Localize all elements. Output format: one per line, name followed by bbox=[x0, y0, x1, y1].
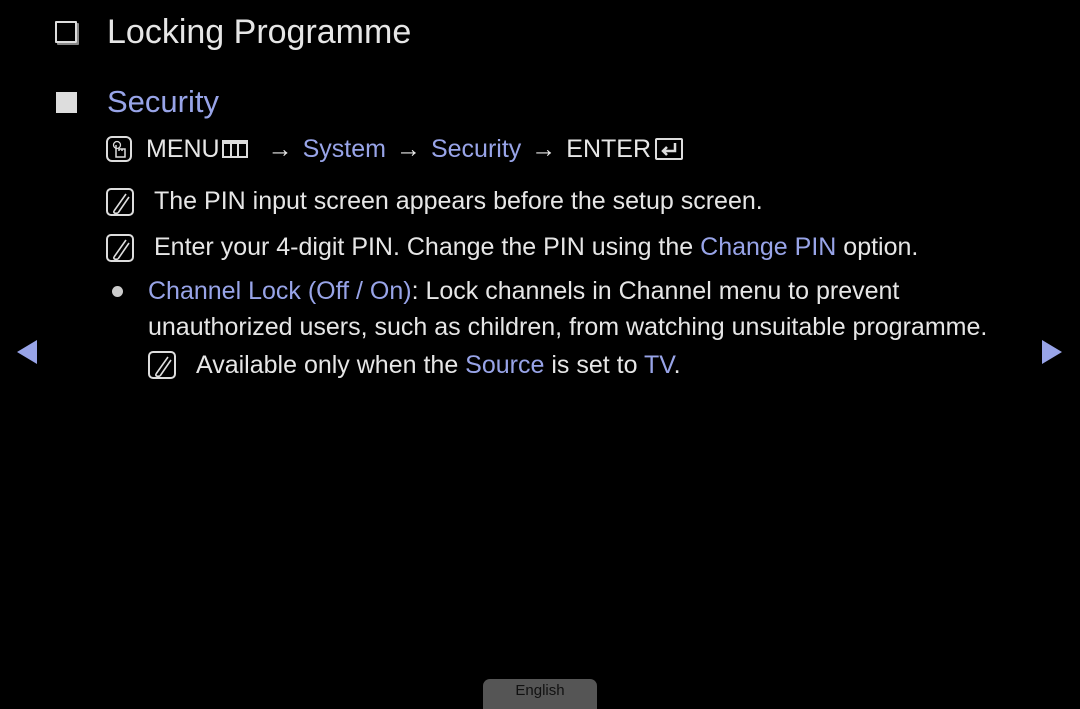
path-step-menu: MENU bbox=[146, 134, 220, 163]
path-arrow: → bbox=[395, 134, 421, 163]
filled-square-icon bbox=[56, 91, 77, 113]
note-enter-pin: Enter your 4-digit PIN. Change the PIN u… bbox=[106, 233, 918, 262]
path-arrow: → bbox=[531, 134, 557, 163]
enter-icon bbox=[655, 138, 684, 160]
note-icon bbox=[106, 187, 134, 216]
note-text-part: is set to bbox=[544, 351, 644, 379]
menu-icon bbox=[221, 140, 248, 158]
note-text-part: option. bbox=[836, 233, 919, 261]
page-header: Locking Programme bbox=[55, 10, 411, 54]
section-header: Security bbox=[56, 82, 219, 122]
channel-lock-desc-cont: unauthorized users, such as children, fr… bbox=[148, 313, 988, 341]
note-text: The PIN input screen appears before the … bbox=[154, 187, 763, 215]
note-text: Enter your 4-digit PIN. Change the PIN u… bbox=[154, 233, 918, 262]
note-icon bbox=[106, 233, 134, 262]
remote-press-icon bbox=[106, 136, 132, 162]
note-icon bbox=[148, 351, 176, 379]
note-source: Available only when the Source is set to… bbox=[112, 347, 1012, 383]
section-title: Security bbox=[107, 84, 219, 119]
channel-lock-item: Channel Lock (Off / On): Lock channels i… bbox=[112, 273, 1012, 383]
channel-lock-desc: : Lock channels in Channel menu to preve… bbox=[411, 277, 900, 305]
previous-page-arrow-icon[interactable] bbox=[17, 340, 37, 364]
page-title: Locking Programme bbox=[107, 12, 412, 51]
path-arrow: → bbox=[267, 134, 293, 163]
tv-keyword: TV bbox=[643, 351, 674, 379]
checkbox-outline-icon bbox=[55, 21, 77, 43]
source-keyword: Source bbox=[465, 351, 545, 379]
note-text-part: Available only when the bbox=[196, 351, 466, 379]
path-step-enter: ENTER bbox=[566, 134, 652, 163]
path-step-system: System bbox=[302, 134, 386, 163]
note-text-part: . bbox=[673, 351, 681, 379]
next-page-arrow-icon[interactable] bbox=[1042, 340, 1062, 364]
channel-lock-label: Channel Lock (Off / On) bbox=[148, 277, 412, 305]
note-text-part: Enter your 4-digit PIN. Change the PIN u… bbox=[154, 233, 701, 261]
bullet-icon bbox=[112, 285, 123, 297]
note-pin-screen: The PIN input screen appears before the … bbox=[106, 187, 763, 216]
change-pin-link: Change PIN bbox=[700, 233, 837, 261]
path-step-security: Security bbox=[430, 134, 522, 163]
menu-path: MENU → System → Security → ENTER bbox=[106, 132, 684, 166]
